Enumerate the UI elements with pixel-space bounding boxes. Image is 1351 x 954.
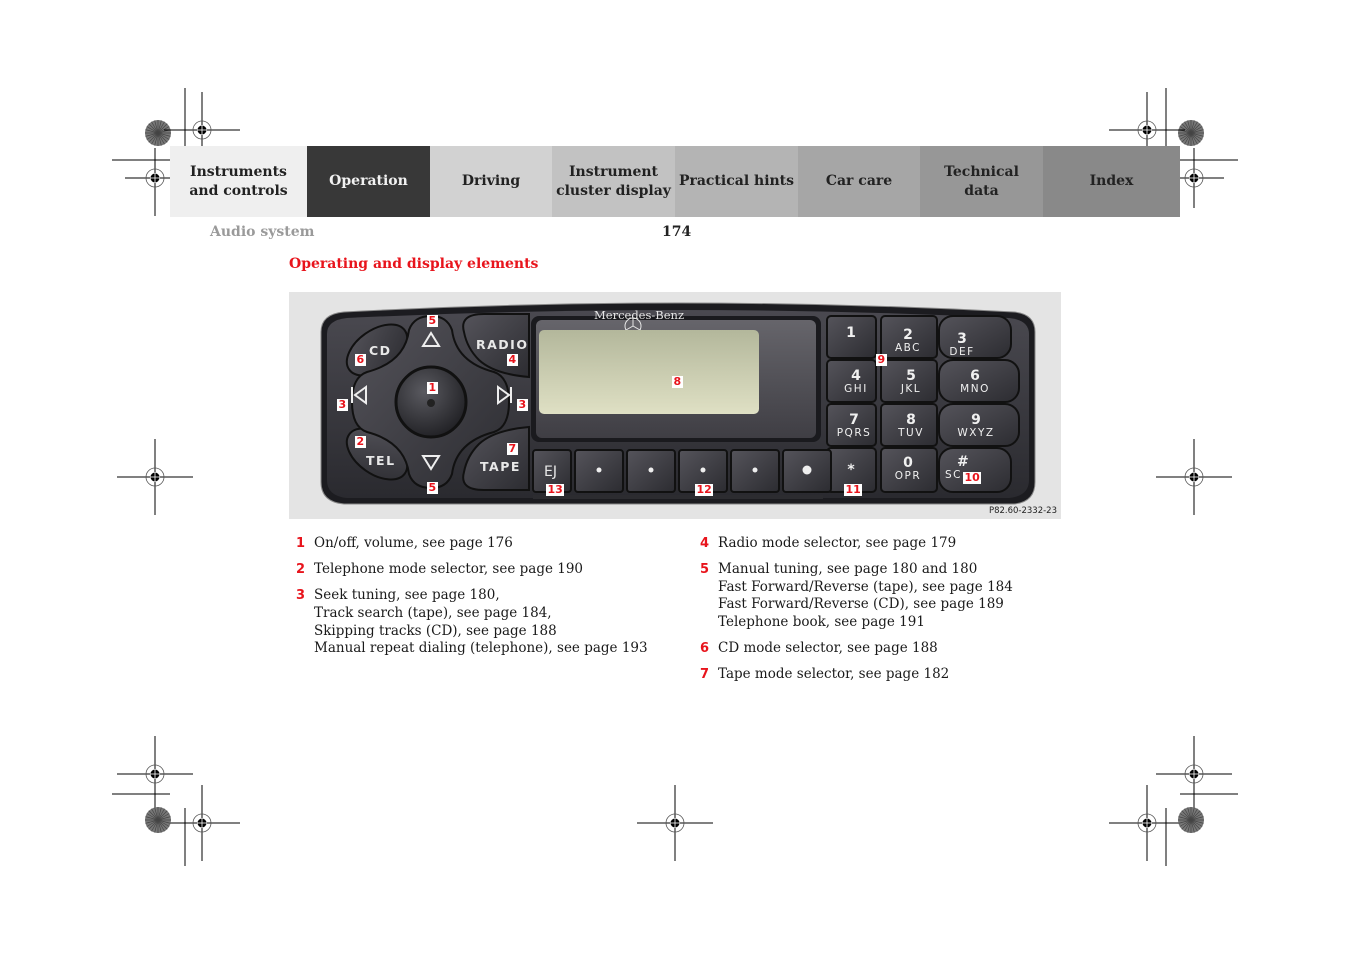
tab-instruments-and-controls[interactable]: Instruments and controls xyxy=(170,146,307,217)
tab-technical-data[interactable]: Technical data xyxy=(920,146,1043,217)
key-1: 1 xyxy=(846,325,856,341)
key-7: 7 PQRS xyxy=(836,412,872,439)
crosshair-target-icon xyxy=(637,785,713,861)
key-5: 5 JKL xyxy=(900,368,922,395)
key-8: 8 TUV xyxy=(898,412,924,439)
legend-item-5: 5 Manual tuning, see page 180 and 180 Fa… xyxy=(700,561,1013,630)
radio-button-label: RADIO xyxy=(476,337,529,352)
legend-item-7: 7 Tape mode selector, see page 182 xyxy=(700,666,950,683)
color-bar-disc-icon xyxy=(145,807,171,833)
callout-5-bottom: 5 xyxy=(427,481,438,494)
callout-8: 8 xyxy=(672,375,683,388)
callout-11: 11 xyxy=(844,483,863,496)
radio-figure: Mercedes-Benz CD TEL RADIO TAPE EJ 1 2 AB… xyxy=(289,292,1061,519)
legend-item-3: 3 Seek tuning, see page 180, Track searc… xyxy=(296,587,648,657)
callout-4: 4 xyxy=(507,353,518,366)
figure-code: P82.60-2332-23 xyxy=(988,506,1057,516)
tab-car-care[interactable]: Car care xyxy=(798,146,920,217)
callout-3-right: 3 xyxy=(517,398,528,411)
key-4: 4 GHI xyxy=(844,368,868,395)
preset-dot-icon xyxy=(648,467,654,473)
crosshair-target-icon xyxy=(1109,785,1185,861)
callout-6: 6 xyxy=(355,353,366,366)
callout-12: 12 xyxy=(695,483,714,496)
tab-driving[interactable]: Driving xyxy=(430,146,552,217)
key-3: 3 DEF xyxy=(949,331,975,358)
crosshair-target-icon xyxy=(1156,439,1232,515)
callout-7: 7 xyxy=(507,442,518,455)
callout-10: 10 xyxy=(963,471,982,484)
lcd-display xyxy=(539,330,759,414)
preset-dot-icon xyxy=(596,467,602,473)
callout-1: 1 xyxy=(427,381,438,394)
crosshair-target-icon xyxy=(1156,736,1232,812)
crosshair-target-icon xyxy=(117,439,193,515)
callout-9: 9 xyxy=(876,353,887,366)
legend-right: 4 Radio mode selector, see page 179 5 Ma… xyxy=(694,535,1074,693)
color-bar-disc-icon xyxy=(1178,807,1204,833)
key-0: 0 OPR xyxy=(894,455,922,482)
callout-5-top: 5 xyxy=(427,314,438,327)
preset-dot-icon xyxy=(752,467,758,473)
preset-buttons xyxy=(532,449,832,499)
chapter-tabs: Instruments and controls Operation Drivi… xyxy=(170,146,1180,217)
key-2: 2 ABC xyxy=(894,327,922,354)
preset-dot-icon xyxy=(802,465,812,475)
page-heading: Operating and display elements xyxy=(289,256,539,272)
callout-13: 13 xyxy=(546,483,565,496)
color-bar-disc-icon xyxy=(1178,120,1204,146)
tape-button-label: TAPE xyxy=(480,459,521,474)
legend-left: 1 On/off, volume, see page 176 2 Telepho… xyxy=(290,535,680,666)
brand-logo-text: Mercedes-Benz xyxy=(594,308,685,322)
callout-2: 2 xyxy=(355,435,366,448)
crosshair-target-icon xyxy=(164,785,240,861)
legend-item-6: 6 CD mode selector, see page 188 xyxy=(700,640,938,657)
preset-dot-icon xyxy=(700,467,706,473)
legend-item-2: 2 Telephone mode selector, see page 190 xyxy=(296,561,584,578)
crosshair-target-icon xyxy=(117,736,193,812)
cd-button-label: CD xyxy=(369,343,392,358)
key-6: 6 MNO xyxy=(960,368,990,395)
key-9: 9 WXYZ xyxy=(957,412,995,439)
color-bar-disc-icon xyxy=(145,120,171,146)
eject-button-label: EJ xyxy=(544,464,557,480)
page-number: 174 xyxy=(662,224,692,240)
legend-item-1: 1 On/off, volume, see page 176 xyxy=(296,535,513,551)
tab-operation[interactable]: Operation xyxy=(307,146,430,217)
tel-button-label: TEL xyxy=(366,453,396,468)
section-title: Audio system xyxy=(210,224,315,240)
tab-index[interactable]: Index xyxy=(1043,146,1180,217)
key-star: * xyxy=(847,462,855,478)
tab-practical-hints[interactable]: Practical hints xyxy=(675,146,798,217)
callout-3-left: 3 xyxy=(337,398,348,411)
legend-item-4: 4 Radio mode selector, see page 179 xyxy=(700,535,957,551)
tab-instrument-cluster-display[interactable]: Instrument cluster display xyxy=(552,146,675,217)
